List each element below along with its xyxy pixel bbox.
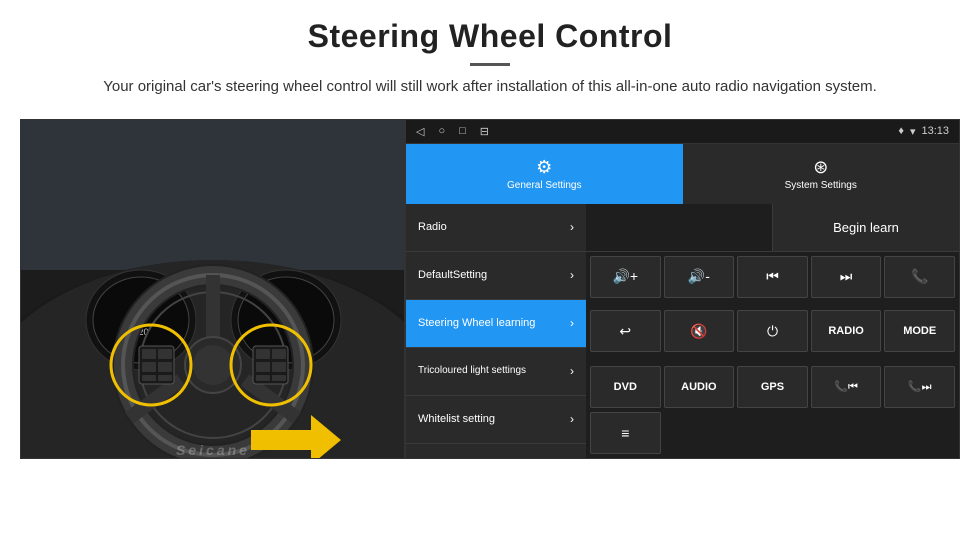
empty-btn-3 <box>811 412 882 454</box>
tab-general-settings[interactable]: ⚙ General Settings <box>406 144 683 204</box>
gear-icon: ⚙ <box>536 157 552 178</box>
empty-area <box>586 204 773 251</box>
gps-button[interactable]: GPS <box>737 366 808 408</box>
vol-up-button[interactable]: 🔊+ <box>590 256 661 298</box>
page-title: Steering Wheel Control <box>60 18 920 55</box>
menu-item-default[interactable]: DefaultSetting › <box>406 252 586 300</box>
begin-learn-button[interactable]: Begin learn <box>773 204 959 251</box>
left-menu: Radio › DefaultSetting › Steering Wheel … <box>406 204 586 458</box>
phone-next-icon: 📞⏭ <box>908 380 932 394</box>
mode-button[interactable]: MODE <box>884 310 955 352</box>
menu-item-radio[interactable]: Radio › <box>406 204 586 252</box>
audio-label: AUDIO <box>681 381 716 393</box>
hangup-button[interactable]: ↩ <box>590 310 661 352</box>
top-row: Begin learn <box>586 204 959 252</box>
phone-button[interactable]: 📞 <box>884 256 955 298</box>
dvd-button[interactable]: DVD <box>590 366 661 408</box>
menu-icon: ≡ <box>621 425 629 441</box>
prev-track-button[interactable]: ⏮ <box>737 256 808 298</box>
system-icon: ⊛ <box>813 157 828 178</box>
menu-tricoloured-label: Tricoloured light settings <box>418 365 526 377</box>
menu-button[interactable]: ≡ <box>590 412 661 454</box>
power-button[interactable]: ⏻ <box>737 310 808 352</box>
recents-nav-icon[interactable]: □ <box>459 125 466 137</box>
menu-item-tricoloured[interactable]: Tricoloured light settings › <box>406 348 586 396</box>
power-icon: ⏻ <box>767 323 778 340</box>
whitelist-arrow-icon: › <box>570 412 574 426</box>
general-settings-label: General Settings <box>507 180 582 191</box>
default-arrow-icon: › <box>570 268 574 282</box>
wifi-icon: ▾ <box>910 125 916 138</box>
vol-down-button[interactable]: 🔊- <box>664 256 735 298</box>
android-main: Radio › DefaultSetting › Steering Wheel … <box>406 204 959 458</box>
menu-radio-label: Radio <box>418 221 447 233</box>
phone-icon: 📞 <box>911 268 928 285</box>
menu-default-label: DefaultSetting <box>418 269 487 281</box>
empty-btn-2 <box>737 412 808 454</box>
clock: 13:13 <box>921 125 949 137</box>
mode-label: MODE <box>903 325 936 337</box>
phone-next-button[interactable]: 📞⏭ <box>884 366 955 408</box>
dvd-label: DVD <box>614 381 637 393</box>
gps-label: GPS <box>761 381 784 393</box>
menu-steering-label: Steering Wheel learning <box>418 317 535 329</box>
phone-prev-button[interactable]: 📞⏮ <box>811 366 882 408</box>
mute-icon: 🔇 <box>690 323 707 340</box>
status-right: ♦ ▾ 13:13 <box>898 125 949 138</box>
last-button-row: ≡ <box>586 412 959 458</box>
mute-button[interactable]: 🔇 <box>664 310 735 352</box>
radio-arrow-icon: › <box>570 220 574 234</box>
status-bar: ◁ ○ □ ⊟ ♦ ▾ 13:13 <box>406 120 959 144</box>
audio-button[interactable]: AUDIO <box>664 366 735 408</box>
bottom-button-row: DVD AUDIO GPS 📞⏮ 📞⏭ <box>586 366 959 412</box>
android-panel: ◁ ○ □ ⊟ ♦ ▾ 13:13 ⚙ General Settings ⊛ S… <box>405 119 960 459</box>
page-subtitle: Your original car's steering wheel contr… <box>90 76 890 99</box>
home-nav-icon[interactable]: ○ <box>438 125 445 137</box>
radio-label: RADIO <box>828 325 863 337</box>
nav-icons: ◁ ○ □ ⊟ <box>416 125 489 138</box>
begin-learn-label: Begin learn <box>833 220 899 235</box>
prev-track-icon: ⏮ <box>766 268 779 285</box>
tab-system-settings[interactable]: ⊛ System Settings <box>683 144 960 204</box>
system-settings-label: System Settings <box>785 180 857 191</box>
back-nav-icon[interactable]: ◁ <box>416 125 424 138</box>
menu-nav-icon[interactable]: ⊟ <box>480 125 489 138</box>
main-content: 120 <box>20 119 960 479</box>
control-button-grid: 🔊+ 🔊- ⏮ ⏭ 📞 <box>586 252 959 366</box>
title-divider <box>470 63 510 66</box>
menu-whitelist-label: Whitelist setting <box>418 413 495 425</box>
empty-btn-1 <box>664 412 735 454</box>
phone-prev-icon: 📞⏮ <box>834 380 858 394</box>
right-content: Begin learn 🔊+ 🔊- ⏮ <box>586 204 959 458</box>
radio-button[interactable]: RADIO <box>811 310 882 352</box>
car-image: 120 <box>21 120 405 459</box>
page-header: Steering Wheel Control Your original car… <box>0 0 980 109</box>
vol-down-icon: 🔊- <box>688 268 710 285</box>
next-track-button[interactable]: ⏭ <box>811 256 882 298</box>
next-track-icon: ⏭ <box>840 268 853 285</box>
settings-tabs: ⚙ General Settings ⊛ System Settings <box>406 144 959 204</box>
car-panel: 120 <box>20 119 405 459</box>
menu-item-steering[interactable]: Steering Wheel learning › <box>406 300 586 348</box>
gps-icon: ♦ <box>898 125 904 137</box>
hangup-icon: ↩ <box>619 323 631 340</box>
menu-item-whitelist[interactable]: Whitelist setting › <box>406 396 586 444</box>
svg-text:Seicane: Seicane <box>176 442 250 458</box>
empty-btn-4 <box>884 412 955 454</box>
steering-arrow-icon: › <box>570 316 574 330</box>
vol-up-icon: 🔊+ <box>612 268 638 285</box>
tricoloured-arrow-icon: › <box>570 364 574 378</box>
